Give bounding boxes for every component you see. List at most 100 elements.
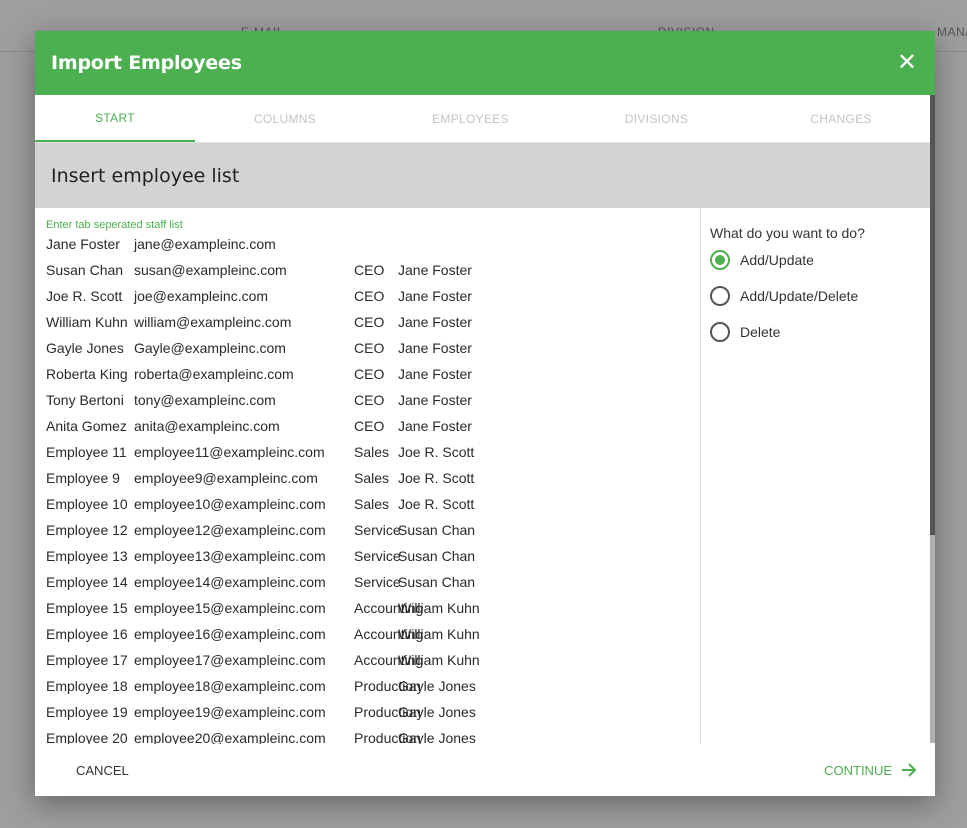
row-division: Accounting xyxy=(354,652,424,668)
dialog-scrollbar[interactable] xyxy=(930,95,935,743)
row-name: Employee 19 xyxy=(46,704,128,720)
staff-list-row: William Kuhn william@exampleinc.com CEO Jan… xyxy=(46,312,700,338)
row-division: Production xyxy=(354,704,421,720)
row-manager: Jane Foster xyxy=(398,418,472,434)
row-email: employee16@exampleinc.com xyxy=(134,626,326,642)
tab-employees[interactable]: Employees xyxy=(375,95,566,142)
row-name: Gayle Jones xyxy=(46,340,124,356)
arrow-right-icon xyxy=(902,763,917,777)
row-email: employee9@exampleinc.com xyxy=(134,470,318,486)
row-email: employee13@exampleinc.com xyxy=(134,548,326,564)
staff-list-row: Employee 18 employee18@exampleinc.com Prod… xyxy=(46,676,700,702)
import-employees-dialog: Import Employees ✕ Start Columns Employe… xyxy=(35,31,935,796)
dialog-content: Enter tab seperated staff list Jane Fost… xyxy=(35,208,935,744)
row-email: employee14@exampleinc.com xyxy=(134,574,326,590)
radio-label: Delete xyxy=(740,324,781,340)
row-division: CEO xyxy=(354,340,385,356)
row-email: employee18@exampleinc.com xyxy=(134,678,326,694)
action-options: What do you want to do? Add/Update Add/U… xyxy=(701,208,935,744)
radio-add-update[interactable]: Add/Update xyxy=(710,242,925,278)
section-title: Insert employee list xyxy=(35,143,935,208)
radio-delete[interactable]: Delete xyxy=(710,314,925,350)
staff-list-row: Employee 12 employee12@exampleinc.com Serv… xyxy=(46,520,700,546)
dialog-titlebar: Import Employees ✕ xyxy=(35,31,935,95)
staff-list-row: Employee 14 employee14@exampleinc.com Serv… xyxy=(46,572,700,598)
cancel-button[interactable]: Cancel xyxy=(76,763,129,778)
row-name: Tony Bertoni xyxy=(46,392,124,408)
row-manager: Jane Foster xyxy=(398,366,472,382)
tab-columns[interactable]: Columns xyxy=(195,95,375,142)
staff-list-row: Jane Foster jane@exampleinc.com xyxy=(46,234,700,260)
row-division: CEO xyxy=(354,288,385,304)
row-manager: Gayle Jones xyxy=(398,730,476,744)
row-name: Roberta King xyxy=(46,366,128,382)
action-question: What do you want to do? xyxy=(710,225,865,241)
row-division: Sales xyxy=(354,444,390,460)
staff-list-row: Employee 15 employee15@exampleinc.com Acco… xyxy=(46,598,700,624)
row-name: Anita Gomez xyxy=(46,418,127,434)
continue-label: Continue xyxy=(824,762,892,778)
staff-list-row: Employee 20 employee20@exampleinc.com Prod… xyxy=(46,728,700,744)
scrollbar-thumb[interactable] xyxy=(930,95,935,535)
row-manager: William Kuhn xyxy=(398,600,480,616)
radio-unchecked-icon xyxy=(710,322,730,342)
row-manager: Joe R. Scott xyxy=(398,444,475,460)
staff-list-row: Susan Chan susan@exampleinc.com CEO Jane Fo… xyxy=(46,260,700,286)
radio-checked-icon xyxy=(710,250,730,270)
tab-start[interactable]: Start xyxy=(35,95,195,142)
row-division: Service xyxy=(354,548,401,564)
tab-changes[interactable]: Changes xyxy=(747,95,935,142)
row-division: CEO xyxy=(354,418,385,434)
row-email: jane@exampleinc.com xyxy=(134,236,276,252)
close-icon[interactable]: ✕ xyxy=(897,51,917,75)
radio-label: Add/Update/Delete xyxy=(740,288,859,304)
row-email: susan@exampleinc.com xyxy=(134,262,287,278)
row-name: Employee 12 xyxy=(46,522,128,538)
row-name: Jane Foster xyxy=(46,236,120,252)
row-manager: Jane Foster xyxy=(398,314,472,330)
staff-list-row: Employee 9 employee9@exampleinc.com Sales J… xyxy=(46,468,700,494)
staff-list-rows: Jane Foster jane@exampleinc.com Susan Chan… xyxy=(46,234,700,744)
row-name: Employee 15 xyxy=(46,600,128,616)
row-email: employee11@exampleinc.com xyxy=(134,444,325,460)
staff-list-row: Joe R. Scott joe@exampleinc.com CEO Jane Fo… xyxy=(46,286,700,312)
staff-list-row: Tony Bertoni tony@exampleinc.com CEO Jane F… xyxy=(46,390,700,416)
tab-divisions[interactable]: Divisions xyxy=(566,95,747,142)
row-division: CEO xyxy=(354,366,385,382)
row-name: William Kuhn xyxy=(46,314,128,330)
row-name: Susan Chan xyxy=(46,262,124,278)
row-email: joe@exampleinc.com xyxy=(134,288,269,304)
row-manager: Jane Foster xyxy=(398,288,472,304)
row-email: roberta@exampleinc.com xyxy=(134,366,294,382)
row-manager: William Kuhn xyxy=(398,652,480,668)
row-division: Production xyxy=(354,678,421,694)
row-division: CEO xyxy=(354,314,385,330)
row-email: employee10@exampleinc.com xyxy=(134,496,326,512)
dialog-footer: Cancel Continue xyxy=(35,744,935,796)
row-name: Employee 20 xyxy=(46,730,128,744)
row-division: Accounting xyxy=(354,600,424,616)
radio-add-update-delete[interactable]: Add/Update/Delete xyxy=(710,278,925,314)
row-name: Employee 10 xyxy=(46,496,128,512)
row-email: employee19@exampleinc.com xyxy=(134,704,326,720)
radio-unchecked-icon xyxy=(710,286,730,306)
row-manager: Susan Chan xyxy=(398,522,476,538)
row-division: Service xyxy=(354,522,401,538)
continue-button[interactable]: Continue xyxy=(824,761,918,779)
staff-list-row: Anita Gomez anita@exampleinc.com CEO Jane F… xyxy=(46,416,700,442)
row-division: Sales xyxy=(354,470,390,486)
background-column-manager: MANAGER xyxy=(937,25,967,39)
row-division: Sales xyxy=(354,496,390,512)
row-email: tony@exampleinc.com xyxy=(134,392,276,408)
row-email: employee20@exampleinc.com xyxy=(134,730,326,744)
row-manager: Susan Chan xyxy=(398,574,476,590)
row-manager: Jane Foster xyxy=(398,340,472,356)
dialog-title: Import Employees xyxy=(51,52,242,74)
row-division: CEO xyxy=(354,262,385,278)
row-name: Employee 9 xyxy=(46,470,120,486)
staff-list-row: Employee 13 employee13@exampleinc.com Serv… xyxy=(46,546,700,572)
row-name: Employee 13 xyxy=(46,548,128,564)
staff-list-textarea[interactable]: Enter tab seperated staff list Jane Fost… xyxy=(35,208,701,744)
row-division: Accounting xyxy=(354,626,424,642)
staff-list-row: Employee 19 employee19@exampleinc.com Prod… xyxy=(46,702,700,728)
